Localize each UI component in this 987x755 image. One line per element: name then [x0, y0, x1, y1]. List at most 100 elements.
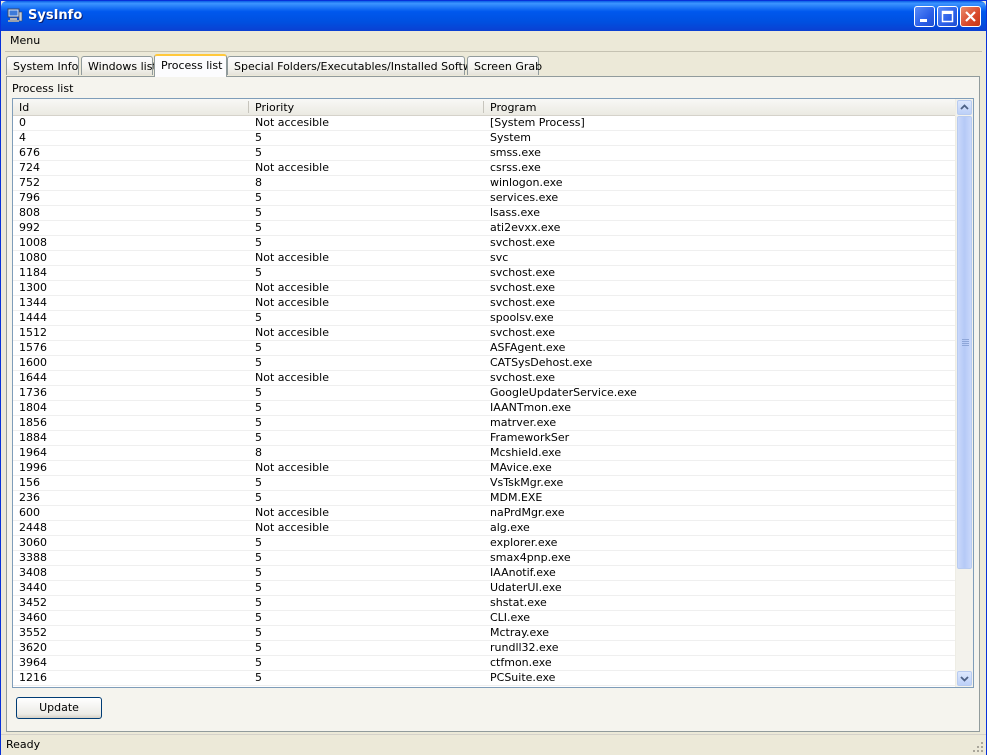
- tab-windows-list[interactable]: Windows list: [81, 56, 157, 75]
- table-row[interactable]: 1600 5 CATSysDehost.exe: [13, 356, 956, 371]
- table-row[interactable]: 676 5 smss.exe: [13, 146, 956, 161]
- cell-program: Mcshield.exe: [490, 446, 562, 459]
- table-row[interactable]: 3388 5 smax4pnp.exe: [13, 551, 956, 566]
- table-row[interactable]: 3060 5 explorer.exe: [13, 536, 956, 551]
- table-row[interactable]: 3552 5 Mctray.exe: [13, 626, 956, 641]
- cell-id: 1344: [19, 296, 47, 309]
- tab-process-list[interactable]: Process list: [154, 54, 227, 77]
- cell-id: 1804: [19, 401, 47, 414]
- table-row[interactable]: 1444 5 spoolsv.exe: [13, 311, 956, 326]
- table-row[interactable]: 1300 Not accesible svchost.exe: [13, 281, 956, 296]
- table-row[interactable]: 1964 8 Mcshield.exe: [13, 446, 956, 461]
- cell-priority: 5: [255, 236, 262, 249]
- table-row[interactable]: 1216 5 PCSuite.exe: [13, 671, 956, 686]
- cell-priority: 5: [255, 476, 262, 489]
- column-header-priority[interactable]: Priority: [255, 101, 294, 114]
- status-text: Ready: [6, 738, 41, 751]
- tab-label: Special Folders/Executables/Installed So…: [234, 60, 490, 73]
- cell-id: 156: [19, 476, 40, 489]
- table-row[interactable]: 1008 5 svchost.exe: [13, 236, 956, 251]
- status-bar: Ready: [1, 734, 986, 755]
- tab-system-info[interactable]: System Info: [6, 56, 79, 75]
- cell-id: 992: [19, 221, 40, 234]
- table-row[interactable]: 3964 5 ctfmon.exe: [13, 656, 956, 671]
- table-row[interactable]: 1708 5 OUTLOOK.EXE: [13, 686, 956, 687]
- table-row[interactable]: 796 5 services.exe: [13, 191, 956, 206]
- table-row[interactable]: 3460 5 CLI.exe: [13, 611, 956, 626]
- cell-program: alg.exe: [490, 521, 530, 534]
- cell-program: IAANTmon.exe: [490, 401, 571, 414]
- scroll-down-button[interactable]: [957, 671, 972, 686]
- column-separator[interactable]: [483, 101, 484, 113]
- resize-grip-icon[interactable]: [972, 741, 984, 753]
- table-row[interactable]: 992 5 ati2evxx.exe: [13, 221, 956, 236]
- cell-id: 3060: [19, 536, 47, 549]
- table-row[interactable]: 1856 5 matrver.exe: [13, 416, 956, 431]
- thumb-grip: [962, 343, 969, 344]
- table-row[interactable]: 1576 5 ASFAgent.exe: [13, 341, 956, 356]
- cell-id: 724: [19, 161, 40, 174]
- title-bar[interactable]: SysInfo: [1, 1, 986, 31]
- table-row[interactable]: 3408 5 IAAnotif.exe: [13, 566, 956, 581]
- table-row[interactable]: 4 5 System: [13, 131, 956, 146]
- cell-priority: 5: [255, 641, 262, 654]
- table-row[interactable]: 156 5 VsTskMgr.exe: [13, 476, 956, 491]
- table-row[interactable]: 1644 Not accesible svchost.exe: [13, 371, 956, 386]
- column-separator[interactable]: [248, 101, 249, 113]
- table-row[interactable]: 3452 5 shstat.exe: [13, 596, 956, 611]
- table-row[interactable]: 1344 Not accesible svchost.exe: [13, 296, 956, 311]
- tab-special-folders[interactable]: Special Folders/Executables/Installed So…: [227, 56, 490, 75]
- table-row[interactable]: 1804 5 IAANTmon.exe: [13, 401, 956, 416]
- table-row[interactable]: 2448 Not accesible alg.exe: [13, 521, 956, 536]
- cell-id: 1300: [19, 281, 47, 294]
- cell-priority: 5: [255, 341, 262, 354]
- table-row[interactable]: 0 Not accesible [System Process]: [13, 116, 956, 131]
- cell-program: lsass.exe: [490, 206, 540, 219]
- menu-item-menu[interactable]: Menu: [10, 34, 40, 47]
- column-header-id[interactable]: Id: [19, 101, 29, 114]
- cell-priority: 5: [255, 581, 262, 594]
- cell-priority: 5: [255, 566, 262, 579]
- table-row[interactable]: 1736 5 GoogleUpdaterService.exe: [13, 386, 956, 401]
- table-row[interactable]: 1080 Not accesible svc: [13, 251, 956, 266]
- scroll-up-button[interactable]: [957, 100, 972, 115]
- cell-id: 1964: [19, 446, 47, 459]
- process-table[interactable]: Id Priority Program 0 Not accesible [Syste…: [12, 98, 974, 688]
- table-header: Id Priority Program: [13, 99, 956, 116]
- update-button[interactable]: Update: [16, 697, 102, 719]
- minimize-button[interactable]: [914, 6, 935, 27]
- cell-id: 1708: [19, 686, 47, 687]
- scroll-thumb[interactable]: [957, 116, 972, 569]
- table-row[interactable]: 600 Not accesible naPrdMgr.exe: [13, 506, 956, 521]
- table-row[interactable]: 1512 Not accesible svchost.exe: [13, 326, 956, 341]
- cell-priority: Not accesible: [255, 521, 329, 534]
- cell-priority: 5: [255, 656, 262, 669]
- column-header-program[interactable]: Program: [490, 101, 536, 114]
- table-row[interactable]: 724 Not accesible csrss.exe: [13, 161, 956, 176]
- table-row[interactable]: 1884 5 FrameworkSer: [13, 431, 956, 446]
- table-row[interactable]: 808 5 lsass.exe: [13, 206, 956, 221]
- scroll-up-icon: [960, 104, 969, 110]
- table-row[interactable]: 3620 5 rundll32.exe: [13, 641, 956, 656]
- cell-id: 3964: [19, 656, 47, 669]
- window-title: SysInfo: [28, 8, 83, 23]
- menu-bar: Menu: [5, 31, 982, 50]
- close-button[interactable]: [960, 6, 981, 27]
- table-row[interactable]: 752 8 winlogon.exe: [13, 176, 956, 191]
- table-row[interactable]: 3440 5 UdaterUI.exe: [13, 581, 956, 596]
- table-row[interactable]: 1996 Not accesible MAvice.exe: [13, 461, 956, 476]
- tab-label: System Info: [13, 60, 79, 73]
- maximize-button[interactable]: [937, 6, 958, 27]
- table-row[interactable]: 1184 5 svchost.exe: [13, 266, 956, 281]
- menu-divider: [5, 51, 982, 52]
- vertical-scrollbar[interactable]: [955, 99, 973, 687]
- cell-program: shstat.exe: [490, 596, 547, 609]
- table-row[interactable]: 236 5 MDM.EXE: [13, 491, 956, 506]
- cell-program: MAvice.exe: [490, 461, 552, 474]
- cell-priority: 5: [255, 416, 262, 429]
- tab-screen-grab[interactable]: Screen Grab: [467, 56, 542, 75]
- cell-id: 3620: [19, 641, 47, 654]
- cell-program: smax4pnp.exe: [490, 551, 571, 564]
- app-window: SysInfo Menu System Info Windows list Pr…: [0, 0, 987, 755]
- cell-id: 1512: [19, 326, 47, 339]
